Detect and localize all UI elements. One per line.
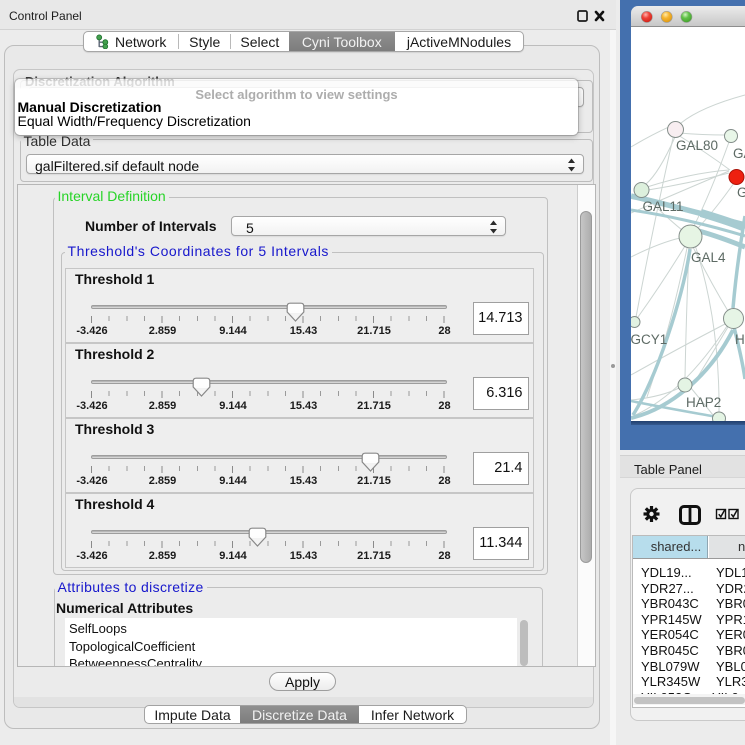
svg-text:HAP2: HAP2 [686,395,721,410]
svg-text:GA: GA [733,146,745,161]
svg-text:G: G [737,185,745,200]
svg-text:H: H [735,332,745,347]
svg-text:GAL11: GAL11 [643,199,684,214]
svg-text:GCY1: GCY1 [631,332,667,347]
svg-text:GAL4: GAL4 [691,250,726,265]
svg-text:GAL80: GAL80 [676,138,718,153]
